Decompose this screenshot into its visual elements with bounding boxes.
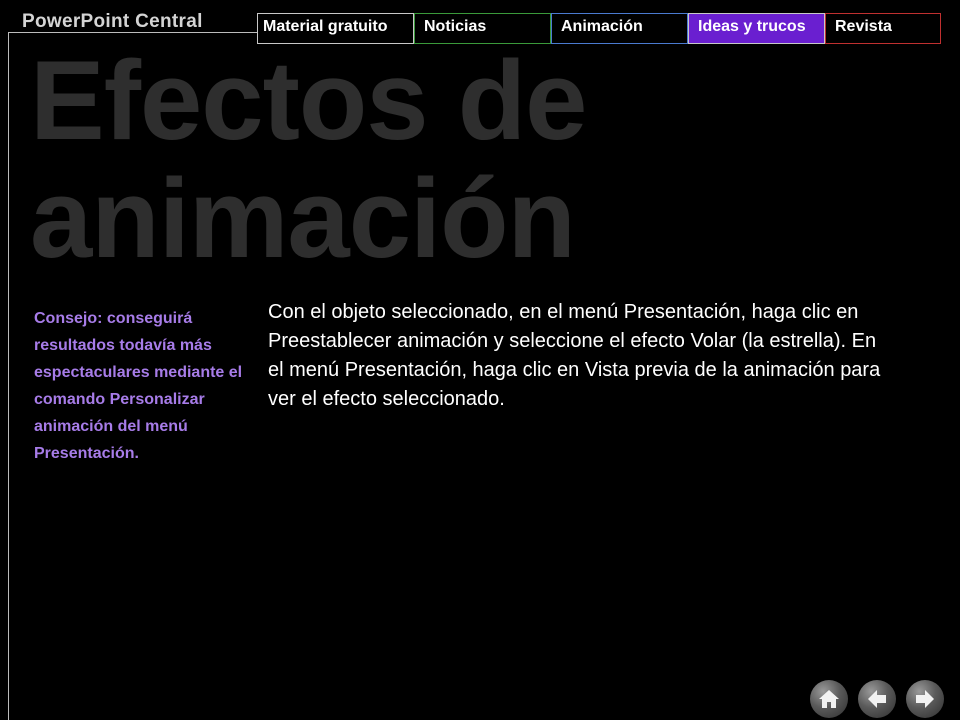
page-title: Efectos de animación	[30, 42, 930, 278]
home-button[interactable]	[810, 680, 848, 718]
tab-ideas-y-trucos[interactable]: Ideas y trucos	[688, 13, 825, 44]
brand-title: PowerPoint Central	[22, 11, 203, 32]
page-title-line2: animación	[30, 156, 576, 281]
home-icon	[819, 690, 839, 708]
back-button[interactable]	[858, 680, 896, 718]
page-title-line1: Efectos de	[30, 38, 587, 163]
forward-button[interactable]	[906, 680, 944, 718]
forward-arrow-icon	[916, 690, 934, 708]
frame-top-line	[8, 32, 258, 33]
tip-text: Consejo: conseguirá resultados todavía m…	[34, 310, 243, 462]
body-text: Con el objeto seleccionado, en el menú P…	[268, 301, 881, 410]
tab-revista[interactable]: Revista	[825, 13, 941, 44]
back-arrow-icon	[868, 690, 886, 708]
frame-left-line	[8, 32, 9, 720]
